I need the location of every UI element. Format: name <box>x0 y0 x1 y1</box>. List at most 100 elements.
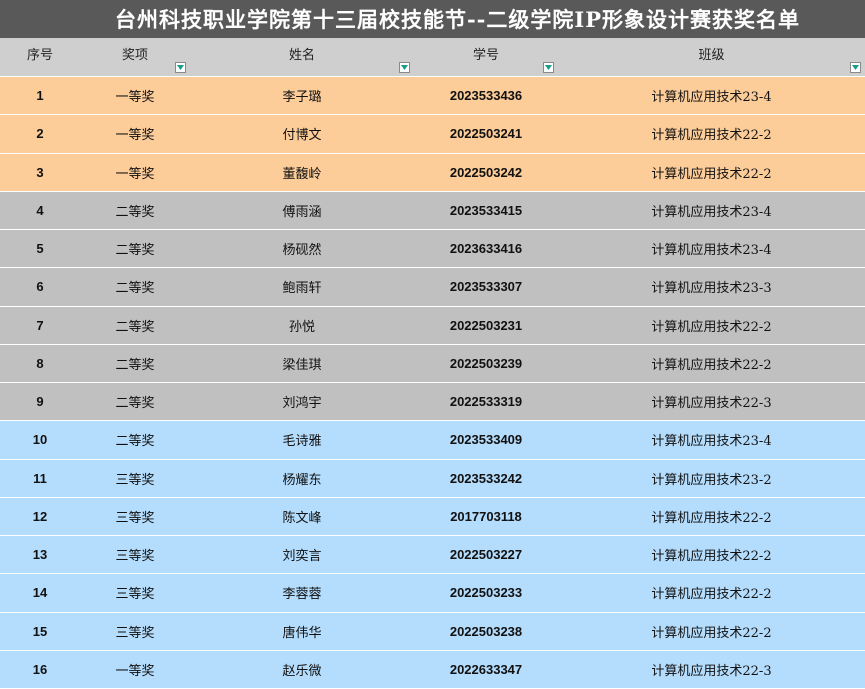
cell-student-id[interactable]: 2022503238 <box>414 613 558 650</box>
cell-award[interactable]: 二等奖 <box>80 345 190 382</box>
cell-seq[interactable]: 6 <box>0 268 80 305</box>
cell-name[interactable]: 董馥岭 <box>190 154 414 191</box>
cell-seq[interactable]: 4 <box>0 192 80 229</box>
cell-award[interactable]: 三等奖 <box>80 574 190 611</box>
cell-student-id[interactable]: 2022503239 <box>414 345 558 382</box>
cell-seq[interactable]: 5 <box>0 230 80 267</box>
cell-student-id[interactable]: 2023533436 <box>414 77 558 114</box>
table-row[interactable]: 14 三等奖 李蓉蓉 2022503233 计算机应用技术22-2 <box>0 574 865 613</box>
cell-award[interactable]: 三等奖 <box>80 498 190 535</box>
cell-seq[interactable]: 9 <box>0 383 80 420</box>
filter-dropdown-icon[interactable] <box>399 62 410 73</box>
cell-class[interactable]: 计算机应用技术22-2 <box>558 498 865 535</box>
cell-award[interactable]: 三等奖 <box>80 536 190 573</box>
cell-seq[interactable]: 14 <box>0 574 80 611</box>
cell-name[interactable]: 刘鸿宇 <box>190 383 414 420</box>
cell-student-id[interactable]: 2022503231 <box>414 307 558 344</box>
cell-award[interactable]: 二等奖 <box>80 268 190 305</box>
cell-seq[interactable]: 12 <box>0 498 80 535</box>
cell-name[interactable]: 杨耀东 <box>190 460 414 497</box>
cell-student-id[interactable]: 2022503227 <box>414 536 558 573</box>
cell-class[interactable]: 计算机应用技术23-4 <box>558 77 865 114</box>
cell-award[interactable]: 三等奖 <box>80 613 190 650</box>
filter-dropdown-icon[interactable] <box>175 62 186 73</box>
table-row[interactable]: 7 二等奖 孙悦 2022503231 计算机应用技术22-2 <box>0 306 865 345</box>
cell-seq[interactable]: 15 <box>0 613 80 650</box>
table-row[interactable]: 2 一等奖 付博文 2022503241 计算机应用技术22-2 <box>0 115 865 154</box>
cell-class[interactable]: 计算机应用技术22-3 <box>558 651 865 688</box>
cell-student-id[interactable]: 2022503241 <box>414 115 558 152</box>
table-row[interactable]: 15 三等奖 唐伟华 2022503238 计算机应用技术22-2 <box>0 612 865 651</box>
filter-dropdown-icon[interactable] <box>543 62 554 73</box>
cell-class[interactable]: 计算机应用技术22-2 <box>558 613 865 650</box>
table-row[interactable]: 5 二等奖 杨砚然 2023633416 计算机应用技术23-4 <box>0 230 865 269</box>
cell-seq[interactable]: 10 <box>0 421 80 458</box>
cell-class[interactable]: 计算机应用技术22-2 <box>558 115 865 152</box>
cell-class[interactable]: 计算机应用技术22-2 <box>558 307 865 344</box>
cell-seq[interactable]: 13 <box>0 536 80 573</box>
cell-name[interactable]: 杨砚然 <box>190 230 414 267</box>
cell-seq[interactable]: 2 <box>0 115 80 152</box>
cell-student-id[interactable]: 2023533415 <box>414 192 558 229</box>
cell-award[interactable]: 一等奖 <box>80 651 190 688</box>
cell-class[interactable]: 计算机应用技术22-2 <box>558 536 865 573</box>
cell-name[interactable]: 陈文峰 <box>190 498 414 535</box>
table-row[interactable]: 6 二等奖 鲍雨轩 2023533307 计算机应用技术23-3 <box>0 268 865 307</box>
cell-student-id[interactable]: 2023533242 <box>414 460 558 497</box>
table-row[interactable]: 16 一等奖 赵乐微 2022633347 计算机应用技术22-3 <box>0 650 865 689</box>
cell-name[interactable]: 鲍雨轩 <box>190 268 414 305</box>
table-row[interactable]: 10 二等奖 毛诗雅 2023533409 计算机应用技术23-4 <box>0 421 865 460</box>
cell-class[interactable]: 计算机应用技术23-2 <box>558 460 865 497</box>
cell-student-id[interactable]: 2022533319 <box>414 383 558 420</box>
cell-student-id[interactable]: 2023533307 <box>414 268 558 305</box>
table-row[interactable]: 12 三等奖 陈文峰 2017703118 计算机应用技术22-2 <box>0 497 865 536</box>
cell-name[interactable]: 付博文 <box>190 115 414 152</box>
cell-seq[interactable]: 16 <box>0 651 80 688</box>
cell-name[interactable]: 李子璐 <box>190 77 414 114</box>
cell-class[interactable]: 计算机应用技术23-4 <box>558 230 865 267</box>
table-row[interactable]: 9 二等奖 刘鸿宇 2022533319 计算机应用技术22-3 <box>0 383 865 422</box>
cell-award[interactable]: 二等奖 <box>80 383 190 420</box>
cell-class[interactable]: 计算机应用技术22-2 <box>558 345 865 382</box>
cell-award[interactable]: 二等奖 <box>80 230 190 267</box>
table-row[interactable]: 11 三等奖 杨耀东 2023533242 计算机应用技术23-2 <box>0 459 865 498</box>
table-row[interactable]: 3 一等奖 董馥岭 2022503242 计算机应用技术22-2 <box>0 153 865 192</box>
cell-seq[interactable]: 7 <box>0 307 80 344</box>
cell-student-id[interactable]: 2017703118 <box>414 498 558 535</box>
cell-award[interactable]: 二等奖 <box>80 192 190 229</box>
cell-class[interactable]: 计算机应用技术22-2 <box>558 574 865 611</box>
cell-name[interactable]: 李蓉蓉 <box>190 574 414 611</box>
cell-name[interactable]: 孙悦 <box>190 307 414 344</box>
cell-seq[interactable]: 3 <box>0 154 80 191</box>
cell-award[interactable]: 二等奖 <box>80 307 190 344</box>
cell-name[interactable]: 傅雨涵 <box>190 192 414 229</box>
cell-student-id[interactable]: 2022503242 <box>414 154 558 191</box>
cell-award[interactable]: 三等奖 <box>80 460 190 497</box>
filter-dropdown-icon[interactable] <box>850 62 861 73</box>
table-row[interactable]: 1 一等奖 李子璐 2023533436 计算机应用技术23-4 <box>0 77 865 116</box>
cell-award[interactable]: 一等奖 <box>80 115 190 152</box>
cell-class[interactable]: 计算机应用技术23-4 <box>558 192 865 229</box>
cell-seq[interactable]: 8 <box>0 345 80 382</box>
cell-name[interactable]: 梁佳琪 <box>190 345 414 382</box>
cell-student-id[interactable]: 2022633347 <box>414 651 558 688</box>
cell-name[interactable]: 刘奕言 <box>190 536 414 573</box>
cell-name[interactable]: 毛诗雅 <box>190 421 414 458</box>
cell-class[interactable]: 计算机应用技术23-4 <box>558 421 865 458</box>
cell-class[interactable]: 计算机应用技术22-3 <box>558 383 865 420</box>
cell-award[interactable]: 一等奖 <box>80 77 190 114</box>
cell-student-id[interactable]: 2023633416 <box>414 230 558 267</box>
cell-name[interactable]: 赵乐微 <box>190 651 414 688</box>
table-row[interactable]: 13 三等奖 刘奕言 2022503227 计算机应用技术22-2 <box>0 536 865 575</box>
cell-seq[interactable]: 1 <box>0 77 80 114</box>
cell-seq[interactable]: 11 <box>0 460 80 497</box>
table-row[interactable]: 4 二等奖 傅雨涵 2023533415 计算机应用技术23-4 <box>0 191 865 230</box>
cell-award[interactable]: 二等奖 <box>80 421 190 458</box>
cell-award[interactable]: 一等奖 <box>80 154 190 191</box>
cell-class[interactable]: 计算机应用技术22-2 <box>558 154 865 191</box>
cell-class[interactable]: 计算机应用技术23-3 <box>558 268 865 305</box>
table-row[interactable]: 8 二等奖 梁佳琪 2022503239 计算机应用技术22-2 <box>0 344 865 383</box>
cell-student-id[interactable]: 2023533409 <box>414 421 558 458</box>
cell-name[interactable]: 唐伟华 <box>190 613 414 650</box>
cell-student-id[interactable]: 2022503233 <box>414 574 558 611</box>
